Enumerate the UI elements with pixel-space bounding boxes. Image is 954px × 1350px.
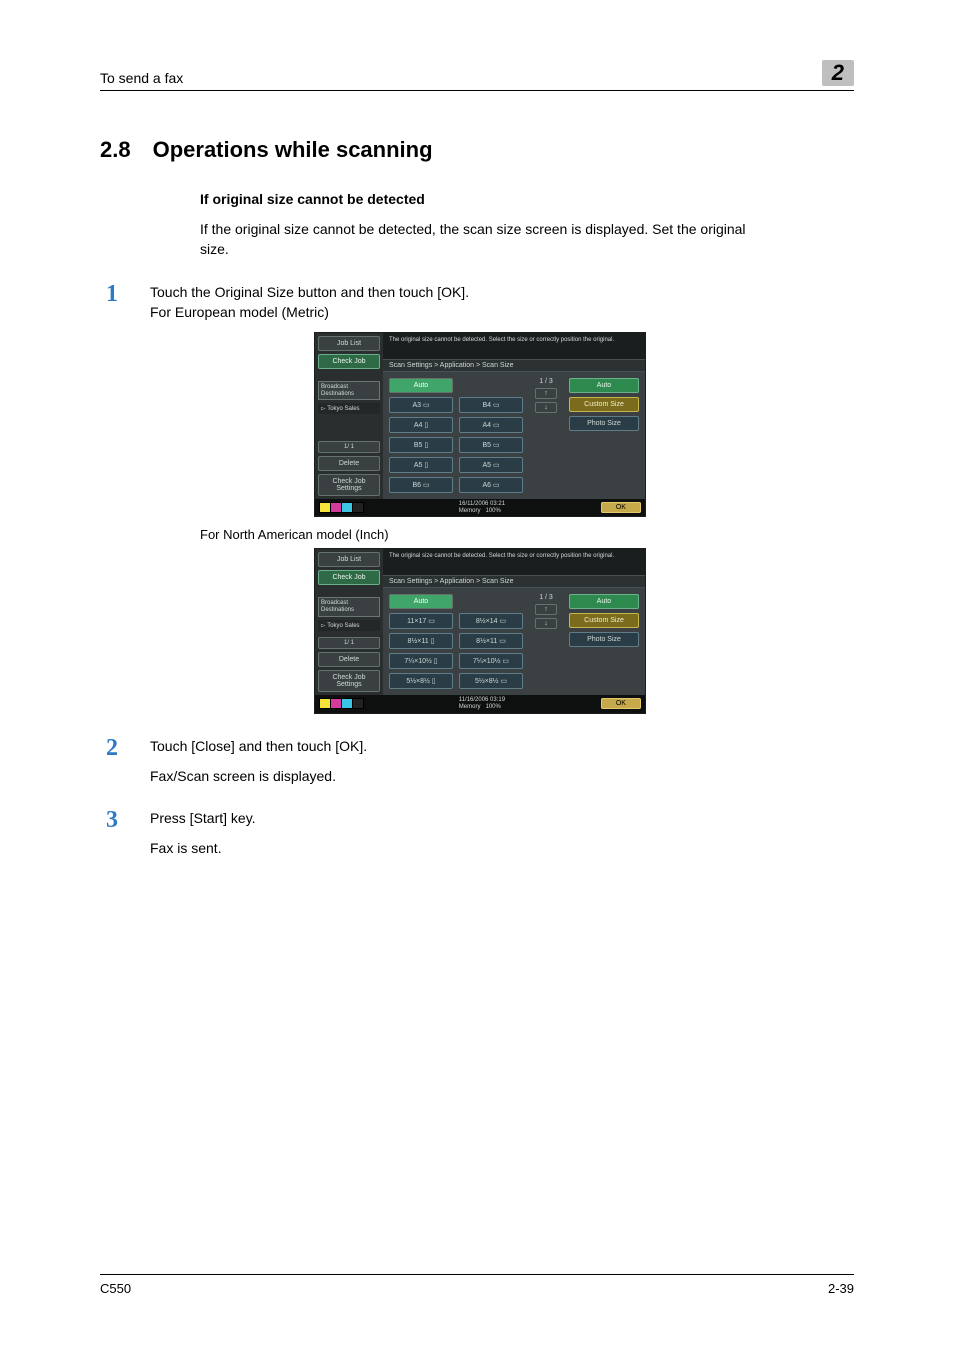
- footer-model: C550: [100, 1281, 131, 1296]
- toner-indicator: [319, 698, 363, 709]
- toner-indicator: [319, 502, 363, 513]
- page-up-button[interactable]: ↑: [535, 604, 557, 615]
- check-job-settings-button[interactable]: Check Job Settings: [318, 670, 380, 692]
- step-number-3: 3: [100, 808, 118, 859]
- ok-button[interactable]: OK: [601, 698, 641, 709]
- right-auto-button[interactable]: Auto: [569, 378, 639, 393]
- size-button[interactable]: A3 ▭: [389, 397, 453, 413]
- size-button[interactable]: 5½×8½ ▭: [459, 673, 523, 689]
- size-button[interactable]: 5½×8½ ▯: [389, 673, 453, 689]
- status-datetime: 11/16/2006 03:19 Memory 100%: [459, 697, 505, 710]
- breadcrumb: Scan Settings > Application > Scan Size: [383, 359, 645, 372]
- step-number-2: 2: [100, 736, 118, 787]
- size-button[interactable]: B5 ▯: [389, 437, 453, 453]
- size-button[interactable]: A4 ▭: [459, 417, 523, 433]
- auto-size-button[interactable]: Auto: [389, 378, 453, 393]
- photo-size-button[interactable]: Photo Size: [569, 632, 639, 647]
- check-job-button[interactable]: Check Job: [318, 354, 380, 369]
- size-col-2: 8½×14 ▭ 8½×11 ▭ 7¼×10½ ▭ 5½×8½ ▭: [459, 594, 523, 689]
- size-button[interactable]: 7¼×10½ ▯: [389, 653, 453, 669]
- screenshot-na: Job List Check Job Broadcast Destination…: [314, 548, 646, 713]
- size-button[interactable]: 8½×14 ▭: [459, 613, 523, 629]
- step-1-line-1: Touch the Original Size button and then …: [150, 282, 854, 302]
- footer-page: 2-39: [828, 1281, 854, 1296]
- running-head-title: To send a fax: [100, 70, 183, 86]
- intro-paragraph: If the original size cannot be detected,…: [200, 219, 760, 260]
- photo-size-button[interactable]: Photo Size: [569, 416, 639, 431]
- size-pager-count: 1 / 3: [539, 378, 553, 385]
- size-col-1: Auto 11×17 ▭ 8½×11 ▯ 7¼×10½ ▯ 5½×8½ ▯: [389, 594, 453, 689]
- check-job-button[interactable]: Check Job: [318, 570, 380, 585]
- broadcast-destinations-label: Broadcast Destinations: [318, 597, 380, 616]
- breadcrumb: Scan Settings > Application > Scan Size: [383, 575, 645, 588]
- size-col-1: Auto A3 ▭ A4 ▯ B5 ▯ A5 ▯ B6 ▭: [389, 378, 453, 493]
- page-indicator: 1/ 1: [318, 637, 380, 649]
- delete-button[interactable]: Delete: [318, 652, 380, 667]
- page-up-button[interactable]: ↑: [535, 388, 557, 399]
- size-button[interactable]: A5 ▯: [389, 457, 453, 473]
- size-button[interactable]: 7¼×10½ ▭: [459, 653, 523, 669]
- size-button[interactable]: 8½×11 ▯: [389, 633, 453, 649]
- page-down-button[interactable]: ↓: [535, 618, 557, 629]
- size-button[interactable]: A6 ▭: [459, 477, 523, 493]
- section-title: Operations while scanning: [153, 137, 433, 163]
- size-col-2: B4 ▭ A4 ▭ B5 ▭ A5 ▭ A6 ▭: [459, 378, 523, 493]
- broadcast-destinations-label: Broadcast Destinations: [318, 381, 380, 400]
- right-auto-button[interactable]: Auto: [569, 594, 639, 609]
- destination-item[interactable]: ▻ Tokyo Sales: [318, 620, 380, 631]
- page-indicator: 1/ 1: [318, 441, 380, 453]
- size-button[interactable]: B6 ▭: [389, 477, 453, 493]
- size-pager-count: 1 / 3: [539, 594, 553, 601]
- status-message: The original size cannot be detected. Se…: [383, 333, 645, 359]
- step-3-line-2: Fax is sent.: [150, 838, 854, 858]
- custom-size-button[interactable]: Custom Size: [569, 613, 639, 628]
- step-number-1: 1: [100, 282, 118, 323]
- step-1-line-2: For European model (Metric): [150, 302, 854, 322]
- screenshot-eu: Job List Check Job Broadcast Destination…: [314, 332, 646, 517]
- status-message: The original size cannot be detected. Se…: [383, 549, 645, 575]
- chapter-chip: 2: [822, 60, 854, 86]
- delete-button[interactable]: Delete: [318, 456, 380, 471]
- custom-size-button[interactable]: Custom Size: [569, 397, 639, 412]
- status-datetime: 16/11/2006 03:21 Memory 100%: [459, 501, 505, 514]
- size-button[interactable]: 11×17 ▭: [389, 613, 453, 629]
- destination-item[interactable]: ▻ Tokyo Sales: [318, 403, 380, 414]
- check-job-settings-button[interactable]: Check Job Settings: [318, 474, 380, 496]
- subheading: If original size cannot be detected: [200, 191, 760, 207]
- job-list-button[interactable]: Job List: [318, 336, 380, 351]
- na-caption: For North American model (Inch): [200, 527, 760, 542]
- size-button[interactable]: B5 ▭: [459, 437, 523, 453]
- ok-button[interactable]: OK: [601, 502, 641, 513]
- size-button[interactable]: B4 ▭: [459, 397, 523, 413]
- auto-size-button[interactable]: Auto: [389, 594, 453, 609]
- size-button[interactable]: A4 ▯: [389, 417, 453, 433]
- step-3-line-1: Press [Start] key.: [150, 808, 854, 828]
- step-2-line-2: Fax/Scan screen is displayed.: [150, 766, 854, 786]
- size-button[interactable]: A5 ▭: [459, 457, 523, 473]
- section-number: 2.8: [100, 137, 131, 163]
- page-down-button[interactable]: ↓: [535, 402, 557, 413]
- job-list-button[interactable]: Job List: [318, 552, 380, 567]
- size-button[interactable]: 8½×11 ▭: [459, 633, 523, 649]
- step-2-line-1: Touch [Close] and then touch [OK].: [150, 736, 854, 756]
